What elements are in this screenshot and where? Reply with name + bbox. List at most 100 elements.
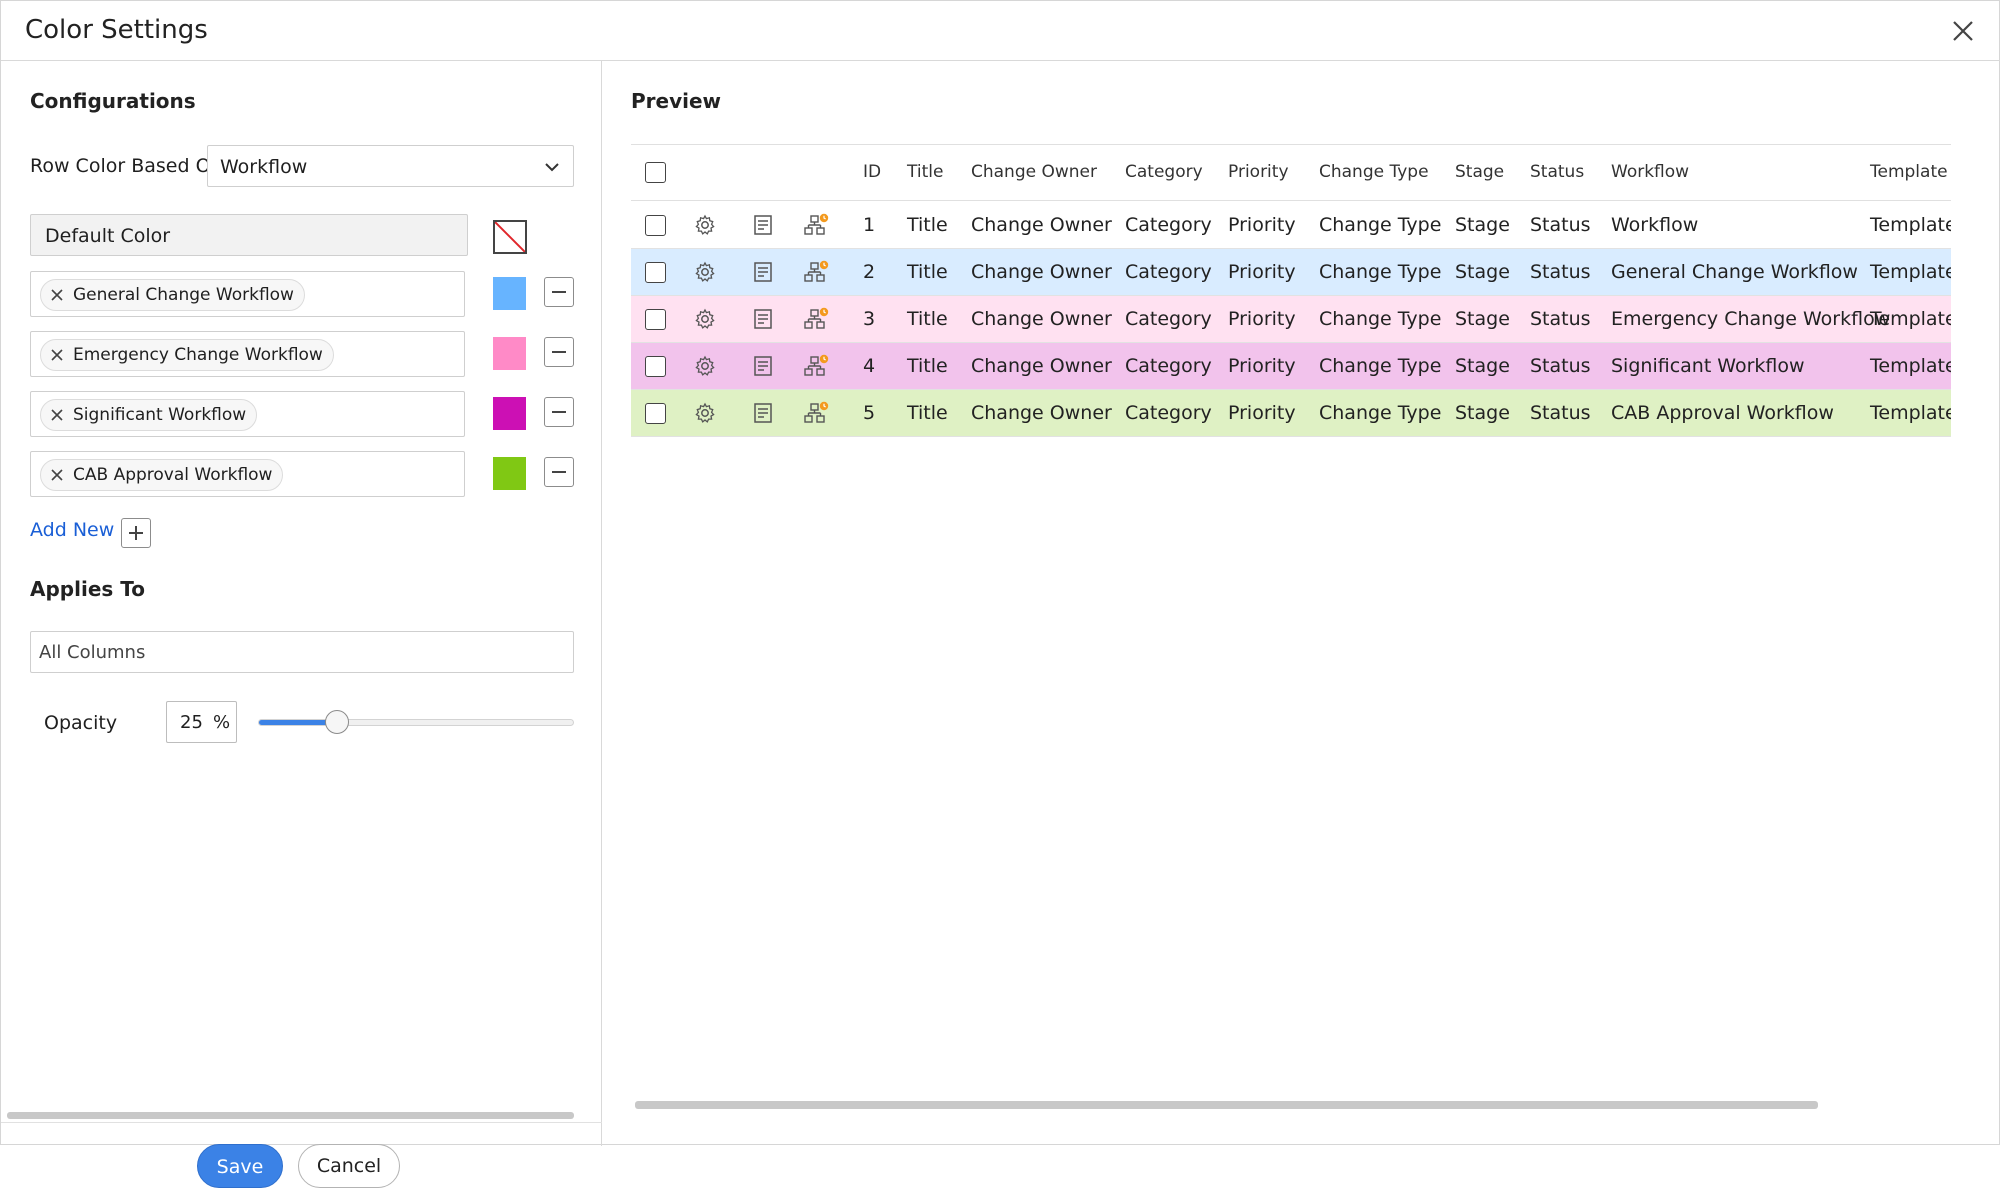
remove-row-button-3[interactable] — [544, 397, 574, 427]
workflow-chip: Emergency Change Workflow — [40, 339, 334, 371]
table-row[interactable]: 3 Title Change Owner Category Priority Change… — [631, 296, 1951, 343]
cell-template: Template — [1870, 355, 1951, 377]
row-checkbox[interactable] — [645, 215, 666, 236]
table-row[interactable]: 1 Title Change Owner Category Priority Change… — [631, 202, 1951, 249]
preview-table: ID Title Change Owner Category Priority … — [631, 144, 1951, 438]
column-header-title[interactable]: Title — [907, 162, 943, 182]
settings-gear-icon[interactable] — [693, 213, 717, 237]
settings-gear-icon[interactable] — [693, 401, 717, 425]
cell-id: 1 — [863, 214, 876, 236]
no-color-icon — [495, 222, 525, 252]
color-swatch-4[interactable] — [493, 457, 526, 490]
workflow-status-icon[interactable] — [803, 354, 829, 378]
cell-title: Title — [907, 355, 948, 377]
column-header-change-owner[interactable]: Change Owner — [971, 162, 1097, 182]
opacity-label: Opacity — [44, 712, 118, 734]
opacity-value: 25 — [180, 712, 203, 733]
remove-chip-icon[interactable] — [50, 288, 64, 302]
close-button[interactable] — [1949, 17, 1977, 45]
workflow-status-icon[interactable] — [803, 307, 829, 331]
table-row[interactable]: 2 Title Change Owner Category Priority Change… — [631, 249, 1951, 296]
color-swatch-2[interactable] — [493, 337, 526, 370]
row-checkbox[interactable] — [645, 356, 666, 377]
remove-chip-icon[interactable] — [50, 408, 64, 422]
cell-priority: Priority — [1228, 308, 1296, 330]
workflow-field-3[interactable]: Significant Workflow — [30, 391, 465, 437]
row-checkbox[interactable] — [645, 309, 666, 330]
cell-template: Template — [1870, 402, 1951, 424]
column-header-category[interactable]: Category — [1125, 162, 1203, 182]
row-color-select[interactable]: Workflow — [207, 145, 574, 187]
cell-change-owner: Change Owner — [971, 214, 1112, 236]
column-header-id[interactable]: ID — [863, 162, 881, 182]
details-document-icon[interactable] — [751, 354, 775, 378]
column-header-change-type[interactable]: Change Type — [1319, 162, 1429, 182]
remove-chip-icon[interactable] — [50, 348, 64, 362]
applies-to-field[interactable]: All Columns — [30, 631, 574, 673]
column-header-stage[interactable]: Stage — [1455, 162, 1504, 182]
cell-stage: Stage — [1455, 355, 1510, 377]
workflow-field-4[interactable]: CAB Approval Workflow — [30, 451, 465, 497]
details-document-icon[interactable] — [751, 307, 775, 331]
cell-category: Category — [1125, 214, 1212, 236]
cell-template: Template — [1870, 214, 1951, 236]
cell-workflow: Significant Workflow — [1611, 355, 1805, 377]
remove-row-button-1[interactable] — [544, 277, 574, 307]
add-new-link[interactable]: Add New — [30, 519, 114, 541]
details-document-icon[interactable] — [751, 401, 775, 425]
workflow-status-icon[interactable] — [803, 213, 829, 237]
cell-status: Status — [1530, 402, 1591, 424]
workflow-chip: General Change Workflow — [40, 279, 305, 311]
row-checkbox[interactable] — [645, 403, 666, 424]
table-row[interactable]: 4 Title Change Owner Category Priority Change… — [631, 343, 1951, 390]
close-icon — [1953, 21, 1973, 41]
column-header-workflow[interactable]: Workflow — [1611, 162, 1689, 182]
opacity-slider-track[interactable] — [258, 719, 574, 726]
workflow-status-icon[interactable] — [803, 260, 829, 284]
settings-gear-icon[interactable] — [693, 260, 717, 284]
cell-change-owner: Change Owner — [971, 308, 1112, 330]
color-settings-dialog: Color Settings Configurations Row Color … — [0, 0, 2000, 1188]
row-checkbox[interactable] — [645, 262, 666, 283]
settings-gear-icon[interactable] — [693, 354, 717, 378]
cell-change-owner: Change Owner — [971, 261, 1112, 283]
remove-row-button-4[interactable] — [544, 457, 574, 487]
preview-title: Preview — [631, 89, 722, 113]
preview-horizontal-scrollbar[interactable] — [635, 1101, 1818, 1109]
remove-row-button-2[interactable] — [544, 337, 574, 367]
add-new-button[interactable] — [121, 518, 151, 548]
table-row[interactable]: 5 Title Change Owner Category Priority Change… — [631, 390, 1951, 437]
left-horizontal-scrollbar[interactable] — [7, 1112, 574, 1119]
applies-to-title: Applies To — [30, 577, 145, 601]
workflow-chip: CAB Approval Workflow — [40, 459, 284, 491]
cell-change-owner: Change Owner — [971, 402, 1112, 424]
default-color-swatch[interactable] — [493, 220, 527, 254]
cell-change-type: Change Type — [1319, 261, 1442, 283]
workflow-field-1[interactable]: General Change Workflow — [30, 271, 465, 317]
cell-status: Status — [1530, 355, 1591, 377]
details-document-icon[interactable] — [751, 213, 775, 237]
column-header-status[interactable]: Status — [1530, 162, 1584, 182]
column-header-template[interactable]: Template — [1870, 162, 1948, 182]
remove-chip-icon[interactable] — [50, 468, 64, 482]
opacity-input[interactable]: 25 % — [166, 701, 237, 743]
workflow-status-icon[interactable] — [803, 401, 829, 425]
save-button[interactable]: Save — [197, 1144, 283, 1188]
cell-id: 2 — [863, 261, 876, 283]
workflow-field-2[interactable]: Emergency Change Workflow — [30, 331, 465, 377]
cell-workflow: CAB Approval Workflow — [1611, 402, 1834, 424]
opacity-slider-thumb[interactable] — [325, 710, 349, 734]
details-document-icon[interactable] — [751, 260, 775, 284]
cancel-button[interactable]: Cancel — [298, 1144, 400, 1188]
select-all-checkbox[interactable] — [645, 162, 666, 183]
color-swatch-1[interactable] — [493, 277, 526, 310]
settings-gear-icon[interactable] — [693, 307, 717, 331]
color-swatch-3[interactable] — [493, 397, 526, 430]
cell-status: Status — [1530, 261, 1591, 283]
cell-change-type: Change Type — [1319, 355, 1442, 377]
column-header-priority[interactable]: Priority — [1228, 162, 1289, 182]
cell-priority: Priority — [1228, 402, 1296, 424]
dialog-titlebar: Color Settings — [1, 1, 2000, 61]
cell-category: Category — [1125, 308, 1212, 330]
workflow-chip-label: Emergency Change Workflow — [73, 345, 323, 365]
